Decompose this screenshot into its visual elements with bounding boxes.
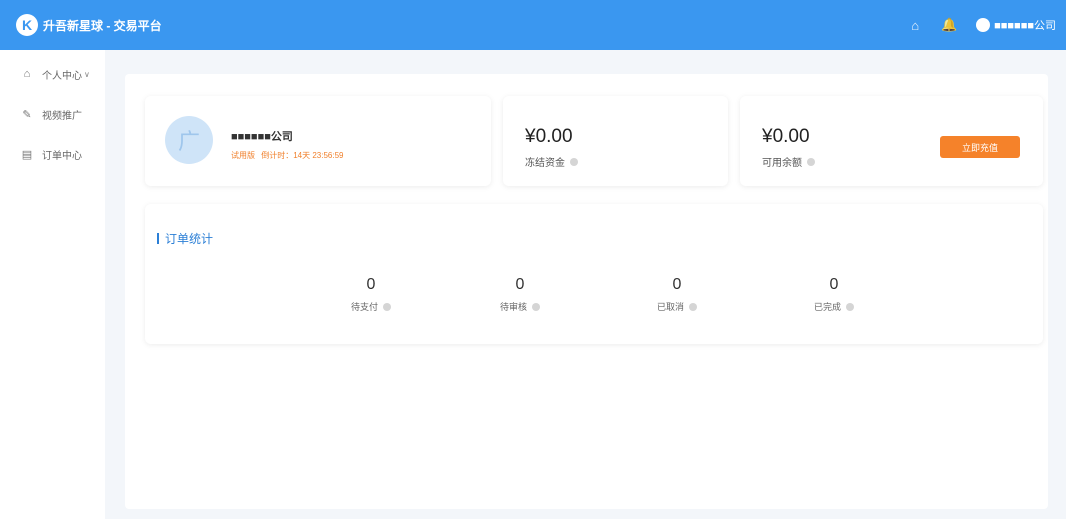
user-avatar[interactable] [976,18,991,32]
sidebar-item-personal-center[interactable]: ⌂ 个人中心 ∨ [0,64,105,84]
home-icon: ⌂ [23,68,31,80]
frozen-label-text: 冻结资金 [525,158,565,169]
stat-pending-review[interactable]: 0 待审核 [490,276,550,313]
stat-value: 0 [672,276,682,293]
frozen-label: 冻结资金 [525,154,578,169]
available-label-text: 可用余额 [762,158,802,169]
stat-value: 0 [829,276,839,293]
user-name[interactable]: ■■■■■■公司 [994,17,1056,33]
stat-completed[interactable]: 0 已完成 [804,276,864,313]
trial-badge: 试用版 [231,151,255,160]
bell-icon[interactable]: 🔔 [932,17,966,33]
sidebar-item-label: 订单中心 [42,150,82,162]
order-stats-title-text: 订单统计 [165,232,214,246]
available-label: 可用余额 [762,154,815,169]
info-icon[interactable] [689,302,697,311]
sidebar-item-label: 个人中心 [42,70,82,82]
info-icon[interactable] [532,302,540,311]
stat-value: 0 [515,276,525,293]
frozen-amount: ¥0.00 [525,126,573,147]
stat-label: 已取消 [647,300,707,313]
recharge-button[interactable]: 立即充值 [940,136,1020,158]
home-icon[interactable]: ⌂ [898,18,932,33]
sidebar-item-video-promotion[interactable]: ✎ 视频推广 [0,104,105,124]
stat-cancelled[interactable]: 0 已取消 [647,276,707,313]
info-icon[interactable] [570,157,578,166]
chevron-down-icon: ∨ [84,69,90,79]
sidebar-item-order-center[interactable]: ▤ 订单中心 [0,144,105,164]
app-title: 升吾新星球 - 交易平台 [43,18,162,33]
stat-label-text: 待审核 [499,302,527,312]
info-icon[interactable] [383,302,391,311]
stat-value: 0 [366,276,376,293]
top-header: K 升吾新星球 - 交易平台 ⌂ 🔔 ■■■■■■公司 [0,0,1066,50]
order-stats-card: 订单统计 0 待支付 0 待审核 0 已取消 0 已完成 [145,204,1043,344]
stat-label: 待支付 [341,300,401,313]
document-icon: ▤ [21,148,33,161]
edit-icon: ✎ [22,108,32,121]
info-icon[interactable] [807,157,815,166]
sidebar: ⌂ 个人中心 ∨ ✎ 视频推广 ▤ 订单中心 [0,50,105,519]
info-icon[interactable] [846,302,854,311]
trial-countdown: 倒计时：14天 23:56:59 [261,151,344,160]
available-amount: ¥0.00 [762,126,810,147]
stat-label-text: 已取消 [656,302,684,312]
available-balance-card: ¥0.00 可用余额 立即充值 [740,96,1043,186]
stat-label-text: 待支付 [350,302,378,312]
sidebar-item-label: 视频推广 [42,110,82,122]
company-name: ■■■■■■公司 [231,131,293,143]
main-content: 广 ■■■■■■公司 试用版 倒计时：14天 23:56:59 ¥0.00 冻结… [125,74,1048,509]
profile-card: 广 ■■■■■■公司 试用版 倒计时：14天 23:56:59 [145,96,491,186]
frozen-funds-card: ¥0.00 冻结资金 [503,96,728,186]
header-actions: ⌂ 🔔 ■■■■■■公司 [898,17,1056,33]
title-accent-bar [157,233,159,244]
logo-icon[interactable]: K [16,14,38,36]
avatar: 广 [165,116,213,164]
stat-label: 待审核 [490,300,550,313]
stat-label: 已完成 [804,300,864,313]
stat-label-text: 已完成 [813,302,841,312]
order-stats-title: 订单统计 [157,230,213,247]
trial-info: 试用版 倒计时：14天 23:56:59 [231,150,344,161]
stat-pending-payment[interactable]: 0 待支付 [341,276,401,313]
